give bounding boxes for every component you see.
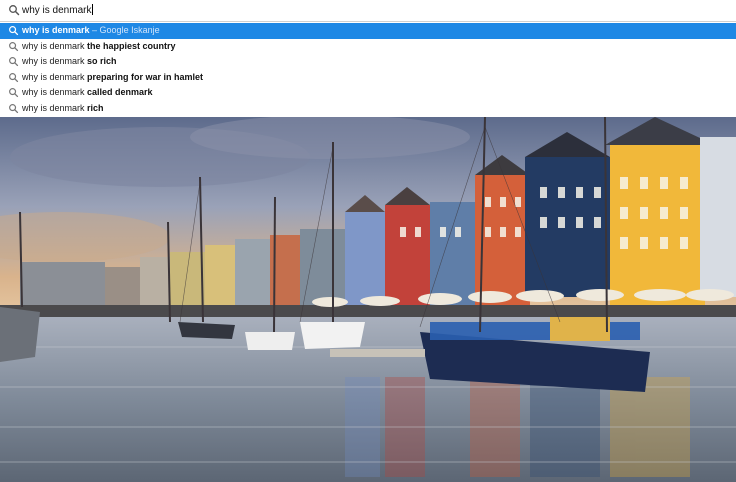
suggestion-item[interactable]: why is denmark preparing for war in haml… [0,70,736,86]
suggestion-prefix: why is denmark [22,40,88,51]
suggestion-completion: the happiest country [87,40,176,51]
suggestion-item[interactable]: why is denmark the happiest country [0,39,736,55]
suggestion-completion: so rich [87,56,117,67]
harbor-illustration [0,117,736,482]
suggestion-query: why is denmark [22,25,90,35]
suggestion-source: Google Iskanje [99,25,160,35]
background-photo [0,117,736,482]
suggestion-prefix: why is denmark [22,87,88,98]
suggestion-item[interactable]: why is denmark so rich [0,54,736,70]
omnibox-input[interactable]: why is denmark [22,4,94,17]
search-icon [9,26,19,36]
search-icon [9,72,19,82]
suggestion-item-search[interactable]: why is denmark – Google Iskanje [0,23,736,39]
suggestion-separator: – [89,25,100,35]
search-icon [9,41,19,51]
suggestion-completion: preparing for war in hamlet [87,71,204,82]
suggestion-item[interactable]: why is denmark rich [0,101,736,117]
search-icon [9,88,19,98]
text-caret [92,4,94,15]
suggestion-prefix: why is denmark [22,71,88,82]
omnibox[interactable]: why is denmark [0,0,736,22]
suggestion-prefix: why is denmark [22,102,88,113]
suggestion-completion: called denmark [87,87,153,98]
suggestion-item[interactable]: why is denmark called denmark [0,85,736,101]
search-icon [9,5,20,16]
suggestion-list: why is denmark – Google Iskanje why is d… [0,23,736,117]
suggestion-prefix: why is denmark [22,56,88,67]
search-icon [9,104,19,114]
suggestion-completion: rich [87,102,104,113]
search-icon [9,57,19,67]
